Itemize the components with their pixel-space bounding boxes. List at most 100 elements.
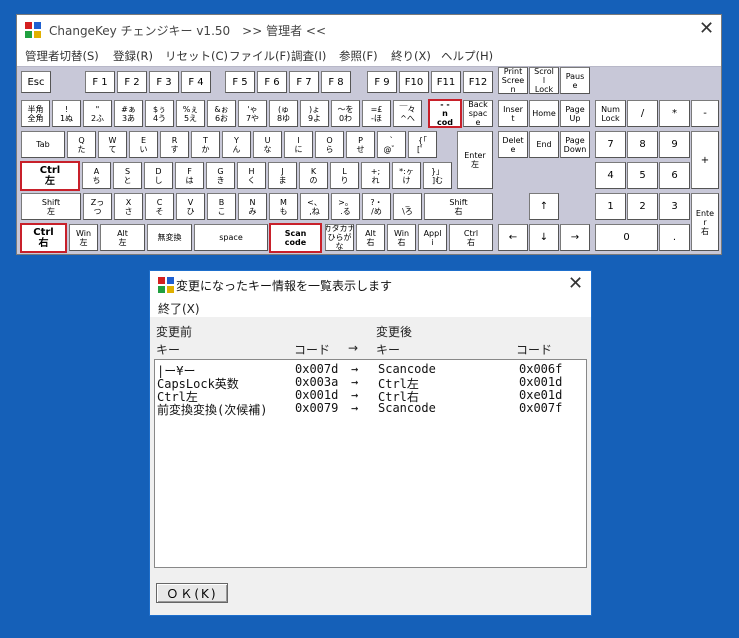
menu-register[interactable]: 登録(R) — [113, 48, 153, 64]
key-pause[interactable]: Paus e — [560, 67, 590, 94]
key-scroll-lock[interactable]: Scrol l Lock — [529, 67, 559, 94]
key-right-bracket[interactable]: }」 ]む — [423, 162, 452, 189]
key-q[interactable]: Q た — [67, 131, 96, 158]
key-backspace[interactable]: Back spac e — [463, 100, 493, 127]
key-period[interactable]: >。 .る — [331, 193, 360, 220]
key-shift-left[interactable]: Shift 左 — [21, 193, 81, 220]
key-7[interactable]: 'ゃ 7や — [238, 100, 267, 127]
key-g[interactable]: G き — [206, 162, 235, 189]
key-comma[interactable]: <、 ,ね — [300, 193, 329, 220]
key-caret[interactable]: ￣々 ^へ — [393, 100, 422, 127]
key-win-left[interactable]: Win 左 — [69, 224, 98, 251]
key-left-bracket[interactable]: {「 [゜ — [408, 131, 437, 158]
key-semicolon[interactable]: +; れ — [361, 162, 390, 189]
key-ctrl-left[interactable]: Ctrl 右 — [20, 223, 67, 253]
key-2[interactable]: " 2ふ — [83, 100, 112, 127]
key-f8[interactable]: F 8 — [321, 71, 351, 93]
key-m[interactable]: M も — [269, 193, 298, 220]
key-f5[interactable]: F 5 — [225, 71, 255, 93]
key-6[interactable]: &ぉ 6お — [207, 100, 236, 127]
key-f3[interactable]: F 3 — [149, 71, 179, 93]
key-num-4[interactable]: 4 — [595, 162, 626, 189]
key-num-7[interactable]: 7 — [595, 131, 626, 158]
key-num-dot[interactable]: . — [659, 224, 690, 251]
key-delete[interactable]: Delet e — [498, 131, 528, 158]
ok-button[interactable]: ＯＫ(K) — [156, 583, 228, 603]
key-esc[interactable]: Esc — [21, 71, 51, 93]
key-end[interactable]: End — [529, 131, 559, 158]
key-f7[interactable]: F 7 — [289, 71, 319, 93]
menu-help[interactable]: ヘルプ(H) — [441, 48, 493, 64]
key-b[interactable]: B こ — [207, 193, 236, 220]
key-alt-left[interactable]: Alt 左 — [100, 224, 145, 251]
key-slash[interactable]: ?・ /め — [362, 193, 391, 220]
key-d[interactable]: D し — [144, 162, 173, 189]
key-colon[interactable]: *:ヶ け — [392, 162, 421, 189]
key-1[interactable]: ! 1ぬ — [52, 100, 81, 127]
key-p[interactable]: P せ — [346, 131, 375, 158]
key-f[interactable]: F は — [175, 162, 204, 189]
key-insert[interactable]: Inser t — [498, 100, 528, 127]
key-num-plus[interactable]: + — [691, 131, 719, 189]
key-hankaku[interactable]: 半角 全角 — [21, 100, 50, 127]
key-3[interactable]: #ぁ 3あ — [114, 100, 143, 127]
key-f2[interactable]: F 2 — [117, 71, 147, 93]
close-icon[interactable]: ✕ — [699, 18, 714, 39]
key-l[interactable]: L り — [330, 162, 359, 189]
key-o[interactable]: O ら — [315, 131, 344, 158]
key-shift-right[interactable]: Shift 右 — [424, 193, 493, 220]
key-4[interactable]: $ぅ 4う — [145, 100, 174, 127]
key-f11[interactable]: F11 — [431, 71, 461, 93]
menu-investigate[interactable]: 調査(I) — [291, 48, 326, 64]
key-num-6[interactable]: 6 — [659, 162, 690, 189]
key-i[interactable]: I に — [284, 131, 313, 158]
key-num-3[interactable]: 3 — [659, 193, 690, 220]
menu-file[interactable]: ファイル(F) — [229, 48, 291, 64]
key-y[interactable]: Y ん — [222, 131, 251, 158]
key-f10[interactable]: F10 — [399, 71, 429, 93]
menu-switch-admin[interactable]: 管理者切替(S) — [25, 48, 99, 64]
key-num-star[interactable]: * — [659, 100, 690, 127]
key-arrow-left[interactable]: ← — [498, 224, 528, 251]
key-num-9[interactable]: 9 — [659, 131, 690, 158]
key-page-down[interactable]: Page Down — [560, 131, 590, 158]
key-8[interactable]: (ゅ 8ゆ — [269, 100, 298, 127]
key-space[interactable]: space — [194, 224, 268, 251]
key-k[interactable]: K の — [299, 162, 328, 189]
key-muhenkan[interactable]: 無変換 — [147, 224, 192, 251]
key-print-screen[interactable]: Print Scree n — [498, 67, 528, 94]
key-9[interactable]: )ょ 9よ — [300, 100, 329, 127]
key-w[interactable]: W て — [98, 131, 127, 158]
key-z[interactable]: Zっ つ — [83, 193, 112, 220]
key-c[interactable]: C そ — [145, 193, 174, 220]
key-s[interactable]: S と — [113, 162, 142, 189]
key-arrow-down[interactable]: ↓ — [529, 224, 559, 251]
key-r[interactable]: R す — [160, 131, 189, 158]
key-j[interactable]: J ま — [268, 162, 297, 189]
key-num-minus[interactable]: - — [691, 100, 719, 127]
key-tab[interactable]: Tab — [21, 131, 65, 158]
key-e[interactable]: E い — [129, 131, 158, 158]
key-num-slash[interactable]: / — [627, 100, 658, 127]
key-f9[interactable]: F 9 — [367, 71, 397, 93]
key-v[interactable]: V ひ — [176, 193, 205, 220]
key-num-5[interactable]: 5 — [627, 162, 658, 189]
key-at[interactable]: ` @゛ — [377, 131, 406, 158]
key-page-up[interactable]: Page Up — [560, 100, 590, 127]
key-f6[interactable]: F 6 — [257, 71, 287, 93]
key-home[interactable]: Home — [529, 100, 559, 127]
key-a[interactable]: A ち — [82, 162, 111, 189]
key-num-2[interactable]: 2 — [627, 193, 658, 220]
key-backslash[interactable]: _ \ろ — [393, 193, 422, 220]
key-win-right[interactable]: Win 右 — [387, 224, 416, 251]
key-enter[interactable]: Enter 左 — [457, 131, 493, 189]
changes-list[interactable]: |ー¥ー 0x007d → Scancode 0x006f CapsLock英数… — [154, 359, 587, 568]
key-yen-remapped[interactable]: - - n cod — [428, 99, 462, 128]
menu-reference[interactable]: 参照(F) — [339, 48, 378, 64]
close-icon[interactable]: ✕ — [568, 273, 583, 294]
key-arrow-right[interactable]: → — [560, 224, 590, 251]
key-num-0[interactable]: 0 — [595, 224, 658, 251]
key-arrow-up[interactable]: ↑ — [529, 193, 559, 220]
key-minus[interactable]: =£ -ほ — [362, 100, 391, 127]
key-f12[interactable]: F12 — [463, 71, 493, 93]
